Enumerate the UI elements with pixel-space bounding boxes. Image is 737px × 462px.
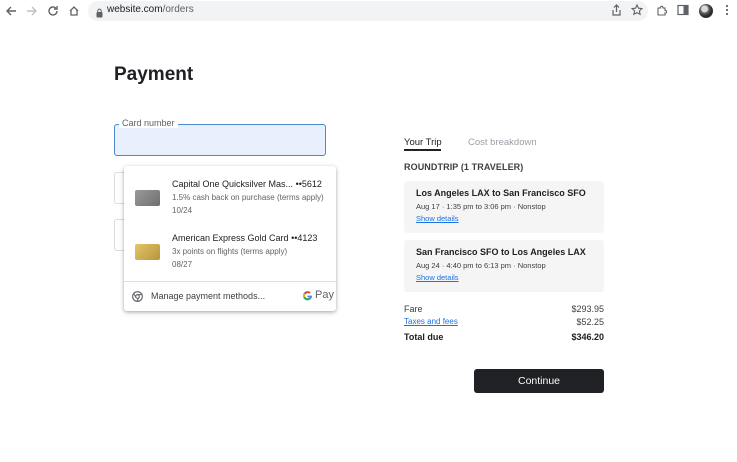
credit-card-icon — [135, 244, 160, 260]
address-bar[interactable]: website.com/orders — [88, 1, 648, 21]
flight-card-return: San Francisco SFO to Los Angeles LAX Aug… — [404, 240, 604, 292]
chrome-icon — [132, 291, 143, 302]
show-details-link[interactable]: Show details — [416, 273, 459, 282]
fare-label: Fare — [404, 304, 423, 314]
tab-cost-breakdown[interactable]: Cost breakdown — [468, 137, 537, 148]
suggestion-title: Capital One Quicksilver Mas... ••5612 — [172, 179, 322, 189]
taxes-value: $52.25 — [576, 317, 604, 327]
continue-button[interactable]: Continue — [474, 369, 604, 393]
autofill-suggestion-amex[interactable]: American Express Gold Card ••4123 3x poi… — [124, 223, 336, 277]
reload-icon[interactable] — [45, 3, 61, 19]
google-g-icon — [302, 290, 313, 300]
google-pay-logo: Pay — [302, 289, 334, 301]
suggestion-expiry: 10/24 — [172, 206, 193, 215]
card-number-field[interactable] — [114, 124, 326, 156]
lock-icon — [96, 5, 103, 23]
flight-times: Aug 17 · 1:35 pm to 3:06 pm · Nonstop — [416, 202, 546, 211]
total-label: Total due — [404, 332, 444, 342]
more-menu-icon[interactable] — [720, 3, 734, 17]
active-tab-indicator — [404, 149, 441, 151]
suggestion-title: American Express Gold Card ••4123 — [172, 233, 318, 243]
flight-card-outbound: Los Angeles LAX to San Francisco SFO Aug… — [404, 181, 604, 233]
flight-times: Aug 24 · 4:40 pm to 6:13 pm · Nonstop — [416, 261, 546, 270]
suggestion-expiry: 08/27 — [172, 260, 193, 269]
tab-your-trip[interactable]: Your Trip — [404, 137, 442, 148]
total-value: $346.20 — [571, 332, 604, 342]
card-number-input[interactable] — [115, 125, 325, 155]
back-arrow-icon[interactable] — [3, 3, 19, 19]
share-icon[interactable] — [609, 3, 623, 17]
card-autofill-dropdown: Capital One Quicksilver Mas... ••5612 1.… — [124, 166, 336, 311]
fare-value: $293.95 — [571, 304, 604, 314]
suggestion-benefit: 3x points on flights (terms apply) — [172, 247, 288, 256]
trip-heading: ROUNDTRIP (1 TRAVELER) — [404, 162, 524, 172]
home-icon[interactable] — [66, 3, 82, 19]
extensions-puzzle-icon[interactable] — [655, 3, 669, 17]
bookmark-star-icon[interactable] — [630, 3, 644, 17]
flight-route: Los Angeles LAX to San Francisco SFO — [416, 188, 586, 198]
autofill-suggestion-capital-one[interactable]: Capital One Quicksilver Mas... ••5612 1.… — [124, 169, 336, 223]
show-details-link[interactable]: Show details — [416, 214, 459, 223]
url-path: /orders — [162, 4, 194, 15]
manage-payment-label: Manage payment methods... — [151, 291, 266, 301]
side-panel-icon[interactable] — [676, 3, 690, 17]
taxes-and-fees-link[interactable]: Taxes and fees — [404, 317, 458, 326]
suggestion-benefit: 1.5% cash back on purchase (terms apply) — [172, 193, 324, 202]
flight-route: San Francisco SFO to Los Angeles LAX — [416, 247, 586, 257]
manage-payment-methods[interactable]: Manage payment methods... Pay — [124, 282, 336, 311]
card-number-label: Card number — [119, 118, 178, 128]
url-text: website.com/orders — [107, 4, 194, 15]
browser-toolbar: website.com/orders — [0, 0, 737, 22]
profile-avatar[interactable] — [699, 4, 713, 18]
forward-arrow-icon[interactable] — [24, 3, 40, 19]
page-title: Payment — [114, 64, 194, 85]
url-host: website.com — [107, 4, 163, 15]
credit-card-icon — [135, 190, 160, 206]
